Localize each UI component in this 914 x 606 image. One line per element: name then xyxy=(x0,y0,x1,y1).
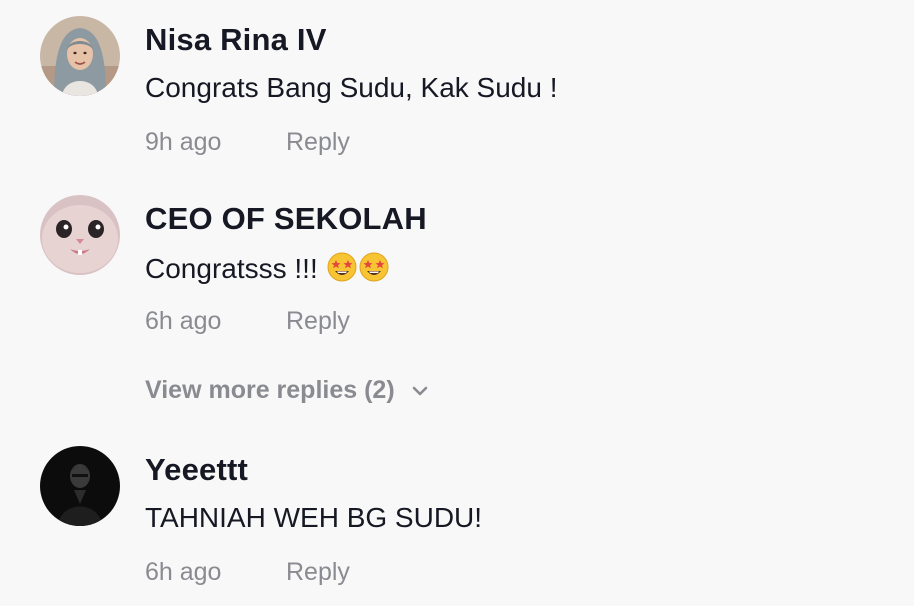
comment-text-content: Congratsss !!! xyxy=(145,253,326,284)
avatar-woman-hijab-icon xyxy=(40,16,120,96)
comment-item: Nisa Rina IV Congrats Bang Sudu, Kak Sud… xyxy=(0,0,914,170)
reply-button[interactable]: Reply xyxy=(286,307,350,336)
star-struck-emoji-icon xyxy=(358,251,390,283)
avatar[interactable] xyxy=(40,195,120,275)
view-more-replies-label: View more replies (2) xyxy=(145,376,395,404)
comment-text: Congratsss !!! xyxy=(145,251,390,285)
chevron-down-icon xyxy=(409,380,431,402)
comments-list: Nisa Rina IV Congrats Bang Sudu, Kak Sud… xyxy=(0,0,914,606)
reply-button[interactable]: Reply xyxy=(286,128,350,157)
comment-username[interactable]: Nisa Rina IV xyxy=(145,22,327,58)
comment-text: TAHNIAH WEH BG SUDU! xyxy=(145,502,483,533)
comment-timestamp: 6h ago xyxy=(145,558,222,586)
avatar[interactable] xyxy=(40,446,120,526)
avatar-dark-person-icon xyxy=(40,446,120,526)
comment-username[interactable]: Yeeettt xyxy=(145,452,248,488)
star-struck-emoji-icon xyxy=(326,251,358,283)
avatar[interactable] xyxy=(40,16,120,96)
comment-timestamp: 6h ago xyxy=(145,307,222,335)
reply-button[interactable]: Reply xyxy=(286,558,350,587)
avatar-cat-icon xyxy=(40,195,120,275)
view-more-replies-button[interactable]: View more replies (2) xyxy=(145,376,431,405)
comment-username[interactable]: CEO OF SEKOLAH xyxy=(145,201,427,237)
comment-text: Congrats Bang Sudu, Kak Sudu ! xyxy=(145,72,558,103)
comment-timestamp: 9h ago xyxy=(145,128,222,156)
